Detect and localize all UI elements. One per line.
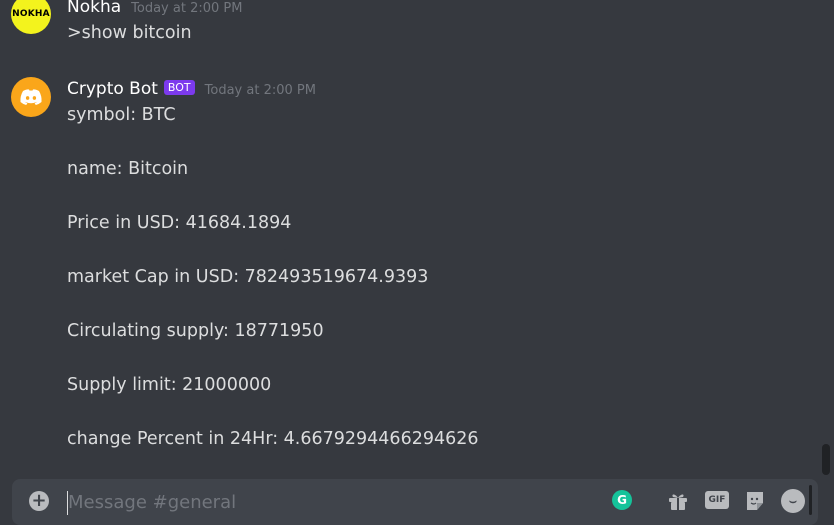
message-header: Nokha Today at 2:00 PM (67, 0, 242, 17)
scrollbar-thumb[interactable] (822, 444, 830, 475)
message-line-market-cap: market Cap in USD: 782493519674.9393 (67, 267, 429, 287)
message-line-price: Price in USD: 41684.1894 (67, 213, 292, 233)
composer-divider (809, 485, 812, 515)
gif-icon[interactable]: GIF (705, 491, 729, 509)
message-text: >show bitcoin (67, 23, 192, 43)
gif-label: GIF (708, 495, 726, 505)
grammarly-icon[interactable]: G (612, 490, 632, 510)
add-attachment-icon[interactable]: + (29, 491, 49, 511)
message-line-name: name: Bitcoin (67, 159, 189, 179)
message-line-symbol: symbol: BTC (67, 105, 176, 125)
timestamp: Today at 2:00 PM (131, 1, 243, 16)
avatar-text: NOKHA (12, 9, 50, 19)
discord-logo-icon (20, 89, 42, 105)
gift-icon[interactable] (666, 489, 690, 513)
bot-badge: BOT (163, 80, 195, 95)
message-line-circulating-supply: Circulating supply: 18771950 (67, 321, 324, 341)
message-input[interactable]: Message #general (68, 492, 236, 513)
username[interactable]: Nokha (67, 0, 121, 17)
message-header: Crypto Bot BOT Today at 2:00 PM (67, 79, 316, 99)
message-line-supply-limit: Supply limit: 21000000 (67, 375, 272, 395)
sticker-icon[interactable] (743, 489, 767, 513)
message-line-change-percent: change Percent in 24Hr: 4.66792944662946… (67, 429, 479, 449)
emoji-icon[interactable]: ⌣ (781, 489, 805, 513)
timestamp: Today at 2:00 PM (204, 83, 316, 98)
username[interactable]: Crypto Bot (67, 79, 158, 99)
avatar-crypto-bot[interactable] (11, 77, 51, 117)
avatar-nokha[interactable]: NOKHA (11, 0, 51, 34)
message-composer: + Message #general G GIF ⌣ (12, 479, 818, 525)
